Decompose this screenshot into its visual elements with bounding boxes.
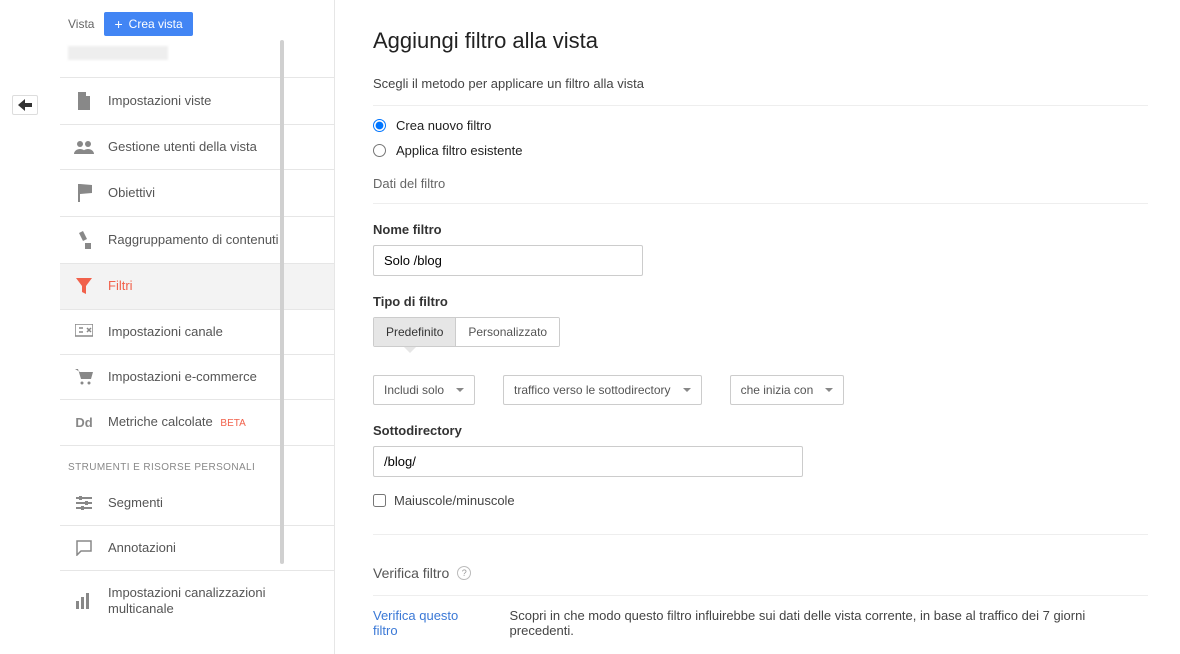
sidebar-item-goals[interactable]: Obiettivi xyxy=(60,169,334,216)
sidebar-item-label: Metriche calcolate xyxy=(108,414,213,429)
page-title: Aggiungi filtro alla vista xyxy=(373,28,1148,54)
dropdown-expression[interactable]: che inizia con xyxy=(730,375,845,405)
checkbox-label: Maiuscole/minuscole xyxy=(394,493,515,508)
filter-type-tabs: Predefinito Personalizzato xyxy=(373,317,560,347)
property-name xyxy=(60,46,334,77)
radio-input[interactable] xyxy=(373,119,386,132)
view-label: Vista xyxy=(68,17,94,31)
sidebar-item-segments[interactable]: Segmenti xyxy=(60,481,334,525)
metrics-icon: Dd xyxy=(74,415,94,430)
create-view-label: Crea vista xyxy=(129,17,183,31)
flag-icon xyxy=(74,184,94,202)
verify-filter-description: Scopri in che modo questo filtro influir… xyxy=(510,608,1148,638)
filter-name-input[interactable] xyxy=(373,245,643,276)
sidebar-item-label: Annotazioni xyxy=(108,540,176,556)
sidebar-item-multichannel-funnel-settings[interactable]: Impostazioni canalizzazioni multicanale xyxy=(60,570,334,632)
help-icon[interactable]: ? xyxy=(457,566,471,580)
sidebar-item-ecommerce-settings[interactable]: Impostazioni e-commerce xyxy=(60,354,334,399)
segments-icon xyxy=(74,496,94,510)
sidebar-item-label: Impostazioni canalizzazioni multicanale xyxy=(108,585,322,618)
dropdown-value: che inizia con xyxy=(741,383,814,397)
sidebar-item-label: Impostazioni canale xyxy=(108,324,223,340)
verify-filter-title: Verifica filtro xyxy=(373,565,449,581)
radio-input[interactable] xyxy=(373,144,386,157)
sidebar-item-label: Obiettivi xyxy=(108,185,155,201)
subdirectory-input[interactable] xyxy=(373,446,803,477)
sidebar-item-user-management[interactable]: Gestione utenti della vista xyxy=(60,124,334,169)
sidebar-item-annotations[interactable]: Annotazioni xyxy=(60,525,334,570)
dropdown-value: traffico verso le sottodirectory xyxy=(514,383,671,397)
case-sensitive-checkbox-row[interactable]: Maiuscole/minuscole xyxy=(373,493,1148,508)
sidebar-item-label: Impostazioni e-commerce xyxy=(108,369,257,385)
grouping-icon xyxy=(74,231,94,249)
sidebar-item-content-grouping[interactable]: Raggruppamento di contenuti xyxy=(60,216,334,263)
filter-icon xyxy=(74,278,94,294)
sidebar-item-label: Impostazioni viste xyxy=(108,93,211,109)
annotation-icon xyxy=(74,540,94,556)
beta-badge: BETA xyxy=(220,418,245,429)
scrollbar[interactable] xyxy=(280,40,284,564)
funnel-bars-icon xyxy=(74,593,94,609)
create-view-button[interactable]: + Crea vista xyxy=(104,12,192,36)
sidebar-item-label: Filtri xyxy=(108,278,133,294)
tab-predefined[interactable]: Predefinito xyxy=(374,318,455,346)
radio-label: Crea nuovo filtro xyxy=(396,118,491,133)
document-icon xyxy=(74,92,94,110)
sidebar-item-view-settings[interactable]: Impostazioni viste xyxy=(60,77,334,124)
dropdown-value: Includi solo xyxy=(384,383,444,397)
radio-create-new-filter[interactable]: Crea nuovo filtro xyxy=(373,118,1148,133)
sidebar-item-label: Segmenti xyxy=(108,495,163,511)
main-content: Aggiungi filtro alla vista Scegli il met… xyxy=(335,0,1180,654)
cart-icon xyxy=(74,369,94,385)
tab-custom[interactable]: Personalizzato xyxy=(455,318,559,346)
plus-icon: + xyxy=(114,17,122,31)
subdirectory-label: Sottodirectory xyxy=(373,423,1148,438)
sidebar-item-channel-settings[interactable]: Impostazioni canale xyxy=(60,309,334,354)
sidebar-item-label: Raggruppamento di contenuti xyxy=(108,232,279,248)
dropdown-include-exclude[interactable]: Includi solo xyxy=(373,375,475,405)
method-label: Scegli il metodo per applicare un filtro… xyxy=(373,76,1148,91)
users-icon xyxy=(74,140,94,154)
filter-data-label: Dati del filtro xyxy=(373,176,1148,191)
sidebar-item-filters[interactable]: Filtri xyxy=(60,263,334,308)
sidebar-item-label: Gestione utenti della vista xyxy=(108,139,257,155)
radio-label: Applica filtro esistente xyxy=(396,143,522,158)
filter-type-label: Tipo di filtro xyxy=(373,294,1148,309)
sidebar-section-title: STRUMENTI E RISORSE PERSONALI xyxy=(60,445,334,481)
dropdown-traffic-type[interactable]: traffico verso le sottodirectory xyxy=(503,375,702,405)
back-button[interactable] xyxy=(12,95,38,115)
filter-method-radio-group: Crea nuovo filtro Applica filtro esisten… xyxy=(373,118,1148,158)
sidebar-item-calculated-metrics[interactable]: Dd Metriche calcolate BETA xyxy=(60,399,334,445)
case-sensitive-checkbox[interactable] xyxy=(373,494,386,507)
sidebar: Vista + Crea vista Impostazioni viste Ge… xyxy=(60,0,335,654)
channel-icon xyxy=(74,324,94,340)
verify-filter-link[interactable]: Verifica questo filtro xyxy=(373,608,486,638)
radio-apply-existing-filter[interactable]: Applica filtro esistente xyxy=(373,143,1148,158)
filter-name-label: Nome filtro xyxy=(373,222,1148,237)
